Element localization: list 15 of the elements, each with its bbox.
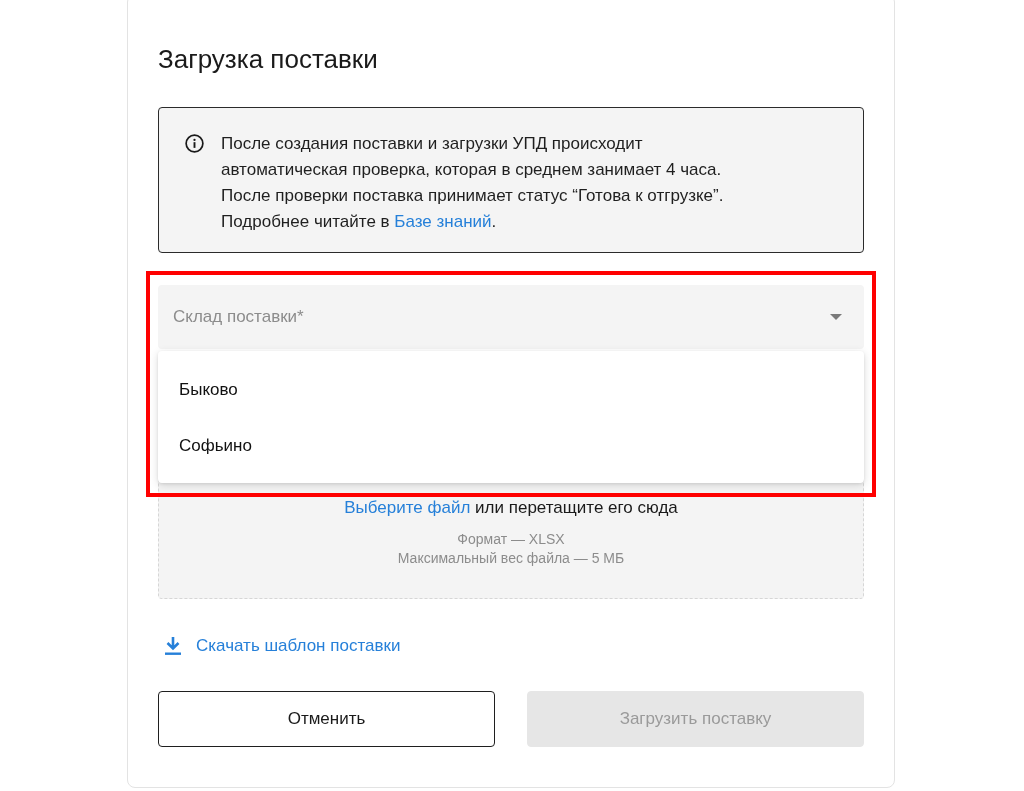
- dropzone-hint: Формат — XLSX: [457, 530, 565, 549]
- download-template-link[interactable]: Скачать шаблон поставки: [158, 634, 401, 658]
- notice-text: После создания поставки и загрузки УПД происходит автоматическая проверка, которая в среднем занимает 4 часа. После проверки поставка принимает статус “Готова к отгрузке”. Подробнее читайте в Базе знаний.: [221, 133, 724, 233]
- dropdown-option[interactable]: Софьино: [158, 418, 864, 474]
- dropzone-text: Выберите файл или перетащите его сюда: [344, 497, 678, 519]
- knowledge-base-link[interactable]: Базе знаний: [394, 212, 492, 231]
- dropzone-hint: Максимальный вес файла — 5 МБ: [397, 549, 625, 568]
- cancel-button[interactable]: Отменить: [158, 691, 495, 747]
- choose-file-link[interactable]: Выберите файл: [344, 498, 471, 517]
- select-placeholder: Склад поставки*: [173, 307, 304, 327]
- download-icon: [163, 636, 183, 656]
- dialog-title: Загрузка поставки: [158, 43, 378, 75]
- warehouse-select[interactable]: Склад поставки*: [158, 285, 864, 349]
- info-icon: [185, 134, 204, 153]
- caret-icon: [830, 314, 842, 320]
